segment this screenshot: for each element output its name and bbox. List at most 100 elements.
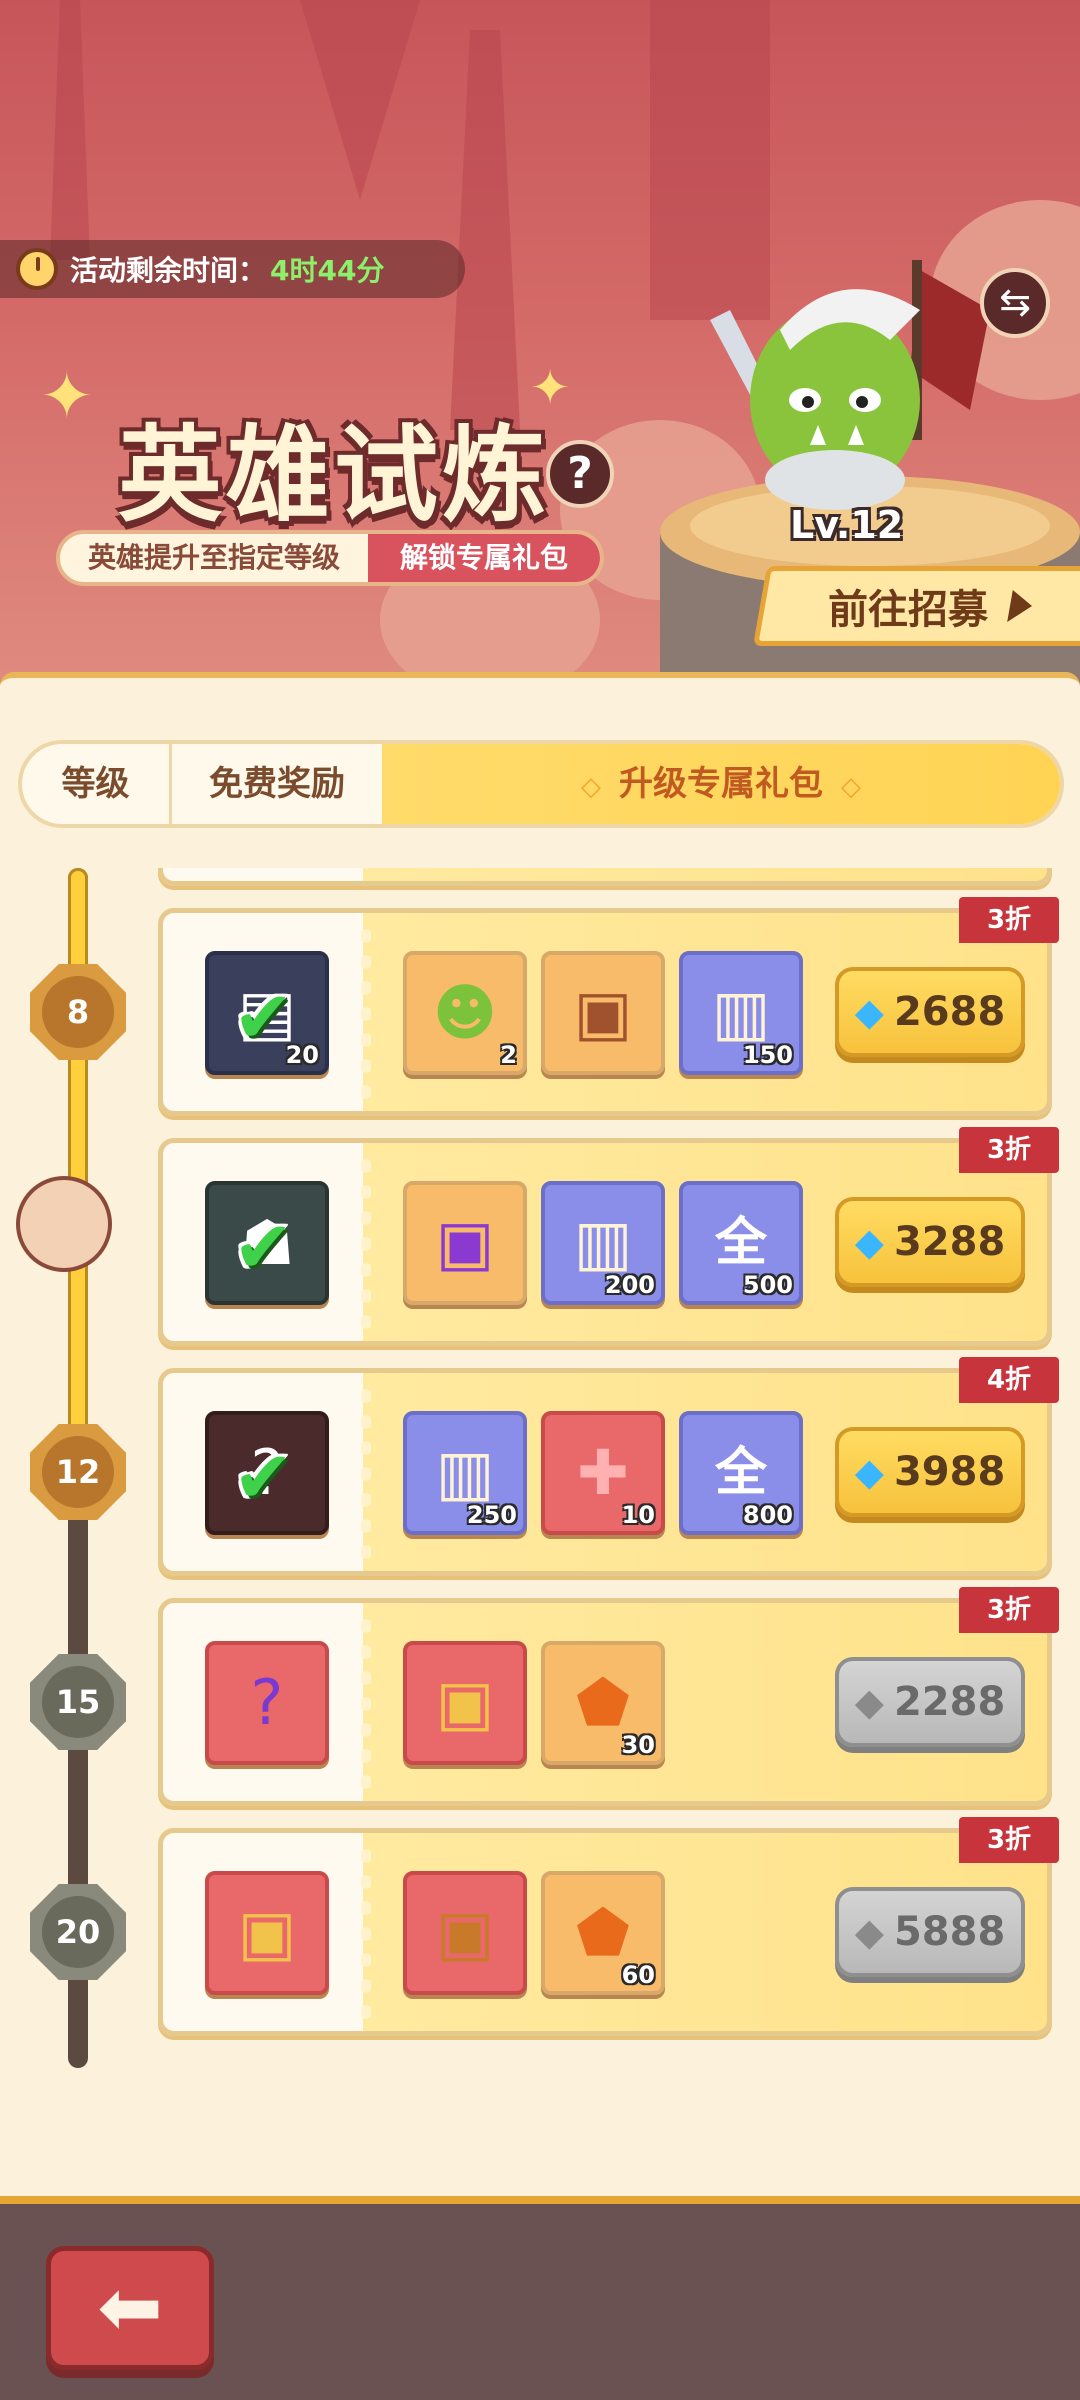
reward-panel: 等级 免费奖励 升级专属礼包 ▤ ✔ 20 ☻ 2 ▣ ▥ 150 bbox=[0, 672, 1080, 2202]
pack-row: ? ✔ ▥ 250 ✚ 10 全 800 ◆ 3988 4折 bbox=[158, 1357, 1059, 1576]
pack-row: ▤ ✔ 20 ☻ 2 ▣ ▥ 150 ◆ 2688 3折 bbox=[158, 897, 1059, 1116]
discount-badge: 3折 bbox=[959, 1587, 1059, 1633]
player-avatar-icon bbox=[16, 1176, 112, 1272]
pack-row: ☗ ✔ ▣ ▥ 200 全 500 ◆ 3288 3折 bbox=[158, 1127, 1059, 1346]
claimed-reward[interactable]: ☗ ✔ bbox=[205, 1181, 329, 1305]
orc-hero-avatar[interactable] bbox=[690, 250, 990, 530]
puzzle-icon: ✚ bbox=[577, 1436, 629, 1509]
bottom-bar: ⬅ bbox=[0, 2132, 1080, 2400]
orange-gem[interactable]: ⬟ 30 bbox=[541, 1641, 665, 1765]
item-count: 250 bbox=[466, 1501, 517, 1529]
price-value: 5888 bbox=[893, 1909, 1006, 1955]
orc-hero-card[interactable]: ☻ 2 bbox=[403, 951, 527, 1075]
orb-icon: 全 bbox=[714, 1213, 767, 1273]
orange-gem[interactable]: ⬟ 60 bbox=[541, 1871, 665, 1995]
diamond-icon: ◆ bbox=[854, 1680, 884, 1724]
level-node-locked: 20 bbox=[30, 1884, 126, 1980]
gold-chest[interactable]: ▣ bbox=[205, 1871, 329, 1995]
level-node: 8 bbox=[30, 964, 126, 1060]
subtitle-description: 英雄提升至指定等级 bbox=[87, 541, 340, 574]
back-button[interactable]: ⬅ bbox=[46, 2246, 214, 2370]
integral-scroll[interactable]: ▥ 250 bbox=[403, 1411, 527, 1535]
event-header: 活动剩余时间： 4时44分 ✦ ✦ 英雄试炼 ? 英雄提升至指定等级 解锁专属礼… bbox=[0, 0, 1080, 700]
all-orb[interactable]: 全 800 bbox=[679, 1411, 803, 1535]
claimed-reward[interactable]: ? ✔ bbox=[205, 1411, 329, 1535]
orb-icon: 全 bbox=[714, 1443, 767, 1503]
item-count: 500 bbox=[742, 1271, 793, 1299]
chest-icon: ▣ bbox=[435, 1666, 495, 1739]
level-node-locked: 15 bbox=[30, 1654, 126, 1750]
scroll-icon: ▥ bbox=[435, 1436, 495, 1509]
item-count: 10 bbox=[621, 1501, 655, 1529]
tab-level[interactable]: 等级 bbox=[22, 744, 172, 824]
integral-scroll[interactable]: ▥ 200 bbox=[541, 1181, 665, 1305]
event-timer: 活动剩余时间： 4时44分 bbox=[0, 240, 465, 298]
clock-icon bbox=[16, 248, 58, 290]
buy-button[interactable]: ◆ 3988 bbox=[835, 1427, 1025, 1517]
chest-icon: ▣ bbox=[573, 976, 633, 1049]
help-button[interactable]: ? bbox=[546, 440, 614, 508]
pack-row: ? ▣ ⬟ 30 ◆ 2288 3折 bbox=[158, 1587, 1059, 1806]
pack-row bbox=[158, 868, 1052, 886]
scroll-icon: ▥ bbox=[573, 1206, 633, 1279]
check-icon: ✔ bbox=[233, 1205, 294, 1289]
purple-chest[interactable]: ▣ bbox=[403, 1181, 527, 1305]
mystery-card[interactable]: ? bbox=[205, 1641, 329, 1765]
price-value: 2688 bbox=[893, 989, 1006, 1035]
scroll-icon: ▥ bbox=[711, 976, 771, 1049]
check-icon: ✔ bbox=[233, 1435, 294, 1519]
buy-button-locked[interactable]: ◆ 2288 bbox=[835, 1657, 1025, 1747]
chest-icon: ▣ bbox=[435, 1206, 495, 1279]
discount-badge: 3折 bbox=[959, 897, 1059, 943]
pack-list[interactable]: ▤ ✔ 20 ☻ 2 ▣ ▥ 150 ◆ 2688 3折 ☗ ✔ ▣ ▥ 200… bbox=[0, 868, 1080, 2158]
recruit-label: 前往招募 bbox=[828, 587, 988, 633]
diamond-icon: ◆ bbox=[854, 1910, 884, 1954]
item-count: 800 bbox=[742, 1501, 793, 1529]
arrow-left-icon: ⬅ bbox=[97, 2263, 163, 2353]
puzzle-piece[interactable]: ✚ 10 bbox=[541, 1411, 665, 1535]
recruit-button[interactable]: 前往招募 bbox=[752, 566, 1080, 646]
item-count: 150 bbox=[742, 1041, 793, 1069]
item-count: 2 bbox=[500, 1041, 517, 1069]
price-value: 2288 bbox=[893, 1679, 1006, 1725]
mystery-card-icon: ? bbox=[250, 1666, 284, 1739]
tab-upgrade-packs[interactable]: 升级专属礼包 bbox=[382, 744, 1060, 824]
discount-badge: 3折 bbox=[959, 1127, 1059, 1173]
diamond-icon: ◆ bbox=[854, 1220, 884, 1264]
diamond-icon: ◆ bbox=[854, 990, 884, 1034]
tab-upgrade-packs-label: 升级专属礼包 bbox=[619, 764, 823, 804]
all-orb[interactable]: 全 500 bbox=[679, 1181, 803, 1305]
discount-badge: 3折 bbox=[959, 1817, 1059, 1863]
item-count: 200 bbox=[604, 1271, 655, 1299]
tab-bar: 等级 免费奖励 升级专属礼包 bbox=[18, 740, 1064, 828]
swap-hero-button[interactable]: ⇆ bbox=[980, 268, 1050, 338]
tab-free-rewards[interactable]: 免费奖励 bbox=[172, 744, 382, 824]
subtitle-highlight: 解锁专属礼包 bbox=[368, 534, 600, 582]
item-count: 20 bbox=[285, 1041, 319, 1069]
event-subtitle: 英雄提升至指定等级 解锁专属礼包 bbox=[56, 530, 604, 586]
item-count: 30 bbox=[621, 1731, 655, 1759]
integral-scroll[interactable]: ▥ 150 bbox=[679, 951, 803, 1075]
orc-icon: ☻ bbox=[432, 976, 498, 1049]
treasure-chest[interactable]: ▣ bbox=[403, 1871, 527, 1995]
page-title: 英雄试炼 bbox=[118, 414, 551, 536]
chest-icon: ▣ bbox=[435, 1896, 495, 1969]
price-value: 3288 bbox=[893, 1219, 1006, 1265]
claimed-reward[interactable]: ▤ ✔ 20 bbox=[205, 951, 329, 1075]
buy-button[interactable]: ◆ 2688 bbox=[835, 967, 1025, 1057]
timer-label: 活动剩余时间： bbox=[70, 254, 267, 287]
pack-row: ▣ ▣ ⬟ 60 ◆ 5888 3折 bbox=[158, 1817, 1059, 2036]
level-node: 12 bbox=[30, 1424, 126, 1520]
gem-icon: ⬟ bbox=[576, 1896, 630, 1969]
sparkle-icon: ✦ bbox=[40, 360, 94, 434]
timer-value: 4时44分 bbox=[270, 254, 385, 287]
buy-button-locked[interactable]: ◆ 5888 bbox=[835, 1887, 1025, 1977]
buy-button[interactable]: ◆ 3288 bbox=[835, 1197, 1025, 1287]
check-icon: ✔ bbox=[233, 975, 294, 1059]
treasure-chest[interactable]: ▣ bbox=[541, 951, 665, 1075]
mystery-chest[interactable]: ▣ bbox=[403, 1641, 527, 1765]
discount-badge: 4折 bbox=[959, 1357, 1059, 1403]
price-value: 3988 bbox=[893, 1449, 1006, 1495]
gem-icon: ⬟ bbox=[576, 1666, 630, 1739]
play-arrow-icon bbox=[1007, 590, 1035, 622]
